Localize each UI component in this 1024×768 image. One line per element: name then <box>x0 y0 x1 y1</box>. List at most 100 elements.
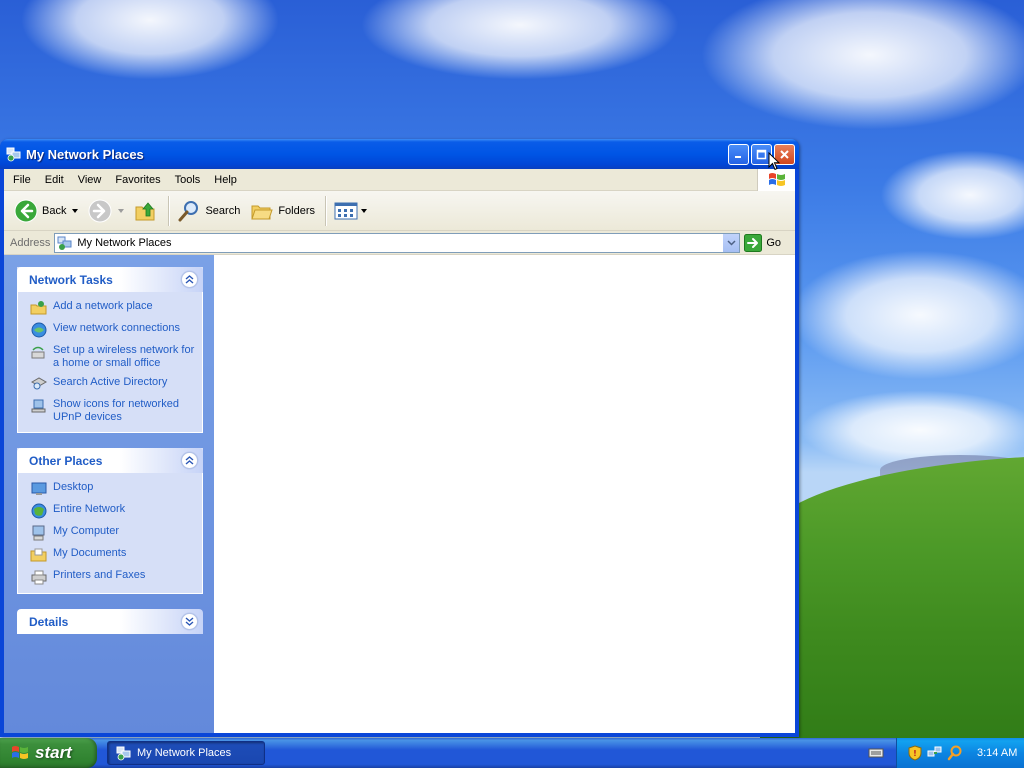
up-folder-icon <box>135 201 155 220</box>
place-desktop[interactable]: Desktop <box>30 481 196 497</box>
standard-toolbar: Back Search Folders <box>4 191 795 231</box>
views-icon <box>334 202 358 219</box>
add-network-place-icon <box>30 301 47 315</box>
task-setup-wireless[interactable]: Set up a wireless network for a home or … <box>30 344 196 370</box>
forward-button[interactable] <box>84 195 128 227</box>
main-area: Network Tasks Add a network place View n… <box>4 255 795 733</box>
back-arrow-icon <box>14 199 38 222</box>
menu-tools[interactable]: Tools <box>168 169 208 191</box>
collapse-up-icon[interactable] <box>181 452 198 469</box>
details-panel: Details <box>17 609 203 634</box>
views-button[interactable] <box>330 195 371 227</box>
panel-title: Network Tasks <box>29 272 113 287</box>
taskbar: start My Network Places ! 3:14 AM <box>0 738 1024 768</box>
expand-down-icon[interactable] <box>181 613 198 630</box>
place-printers-and-faxes[interactable]: Printers and Faxes <box>30 569 196 585</box>
my-documents-icon <box>30 548 47 562</box>
menu-file[interactable]: File <box>6 169 38 191</box>
search-label: Search <box>205 204 241 217</box>
panel-title: Other Places <box>29 453 103 468</box>
place-label: My Documents <box>53 547 127 559</box>
up-folder-button[interactable] <box>130 195 162 227</box>
go-arrow-icon <box>744 233 763 252</box>
menu-view[interactable]: View <box>71 169 109 191</box>
windows-flag-icon <box>12 746 28 759</box>
task-label: View network connections <box>53 322 180 334</box>
place-label: Printers and Faxes <box>53 569 146 581</box>
go-label: Go <box>766 236 782 249</box>
toolbar-separator <box>325 195 327 226</box>
network-places-icon <box>6 147 21 162</box>
task-search-active-directory[interactable]: Search Active Directory <box>30 376 196 392</box>
other-places-panel: Other Places Desktop Entire Network My C… <box>17 448 203 594</box>
address-dropdown-button[interactable] <box>722 233 740 252</box>
place-my-documents[interactable]: My Documents <box>30 547 196 563</box>
folders-icon <box>251 205 274 219</box>
menu-help[interactable]: Help <box>207 169 244 191</box>
other-places-header[interactable]: Other Places <box>17 448 203 473</box>
place-label: My Computer <box>53 525 120 537</box>
taskbar-item-my-network-places[interactable]: My Network Places <box>107 741 265 765</box>
address-label: Address <box>10 236 51 249</box>
upnp-devices-icon <box>31 399 46 413</box>
task-show-upnp-devices[interactable]: Show icons for networked UPnP devices <box>30 398 196 424</box>
network-tasks-header[interactable]: Network Tasks <box>17 267 203 292</box>
minimize-icon <box>735 156 741 158</box>
windows-logo <box>757 169 795 191</box>
place-label: Entire Network <box>53 503 126 515</box>
back-dropdown-arrow-icon[interactable] <box>72 208 79 213</box>
system-tray: ! 3:14 AM <box>896 738 1024 768</box>
taskbar-item-label: My Network Places <box>137 747 232 759</box>
file-list-area[interactable] <box>214 255 795 733</box>
search-directory-icon <box>30 377 48 390</box>
entire-network-icon <box>31 503 47 519</box>
keyboard-language-icon[interactable] <box>868 746 884 760</box>
minimize-button[interactable] <box>728 144 749 165</box>
security-shield-icon[interactable]: ! <box>907 745 923 761</box>
network-status-icon[interactable] <box>927 745 943 761</box>
mouse-cursor-icon <box>768 152 780 171</box>
task-label: Show icons for networked UPnP devices <box>53 398 179 423</box>
place-my-computer[interactable]: My Computer <box>30 525 196 541</box>
explorer-window: My Network Places File Edit View Favorit… <box>0 139 799 737</box>
back-label: Back <box>42 204 67 217</box>
window-title: My Network Places <box>26 146 144 162</box>
toolbar-separator <box>168 195 170 226</box>
collapse-up-icon[interactable] <box>181 271 198 288</box>
maximize-icon <box>756 149 767 160</box>
menu-favorites[interactable]: Favorites <box>108 169 167 191</box>
system-clock[interactable]: 3:14 AM <box>977 747 1017 759</box>
back-button[interactable]: Back <box>10 195 82 227</box>
details-header[interactable]: Details <box>17 609 203 634</box>
task-view-network-connections[interactable]: View network connections <box>30 322 196 338</box>
search-button[interactable]: Search <box>173 195 244 227</box>
address-value: My Network Places <box>77 236 172 249</box>
address-input[interactable]: My Network Places <box>54 232 741 253</box>
wireless-network-icon <box>31 346 45 359</box>
svg-text:!: ! <box>913 749 917 758</box>
task-add-network-place[interactable]: Add a network place <box>30 300 196 316</box>
search-tray-icon[interactable] <box>947 745 963 761</box>
network-tasks-panel: Network Tasks Add a network place View n… <box>17 267 203 433</box>
task-label: Add a network place <box>53 300 153 312</box>
window-titlebar[interactable]: My Network Places <box>0 139 799 169</box>
forward-dropdown-arrow-icon[interactable] <box>118 208 125 213</box>
menu-edit[interactable]: Edit <box>38 169 71 191</box>
views-dropdown-arrow-icon[interactable] <box>361 208 368 213</box>
place-entire-network[interactable]: Entire Network <box>30 503 196 519</box>
folders-button[interactable]: Folders <box>246 195 319 227</box>
task-label: Search Active Directory <box>53 376 168 388</box>
task-label: Set up a wireless network for a home or … <box>53 344 195 369</box>
windows-flag-icon <box>768 173 785 186</box>
start-button[interactable]: start <box>0 738 97 768</box>
address-bar: Address My Network Places Go <box>4 231 795 255</box>
start-label: start <box>35 743 72 762</box>
folders-label: Folders <box>278 204 316 217</box>
go-button[interactable]: Go <box>744 233 782 252</box>
desktop-icon <box>31 482 47 495</box>
close-icon <box>780 150 789 159</box>
network-connections-icon <box>31 322 47 338</box>
printer-icon <box>31 570 47 585</box>
my-computer-icon <box>32 525 45 541</box>
place-label: Desktop <box>53 481 94 493</box>
